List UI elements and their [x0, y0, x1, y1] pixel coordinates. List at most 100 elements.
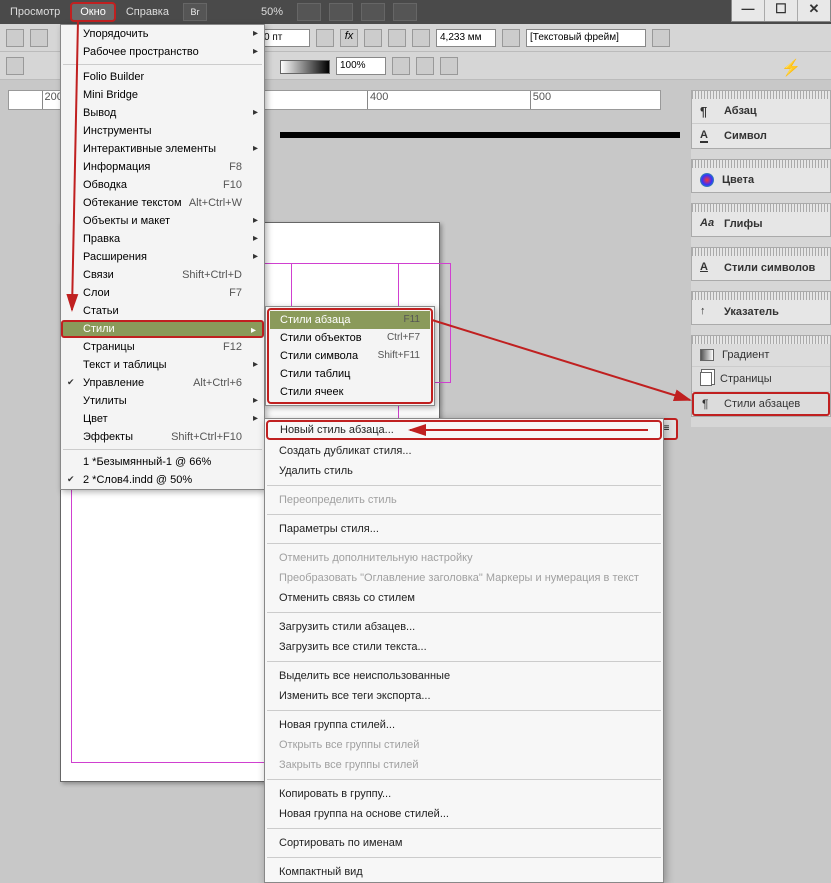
panel-label: Стили абзацев	[724, 398, 800, 410]
context-menu-item[interactable]: Удалить стиль	[265, 461, 663, 481]
context-menu-item[interactable]: Копировать в группу...	[265, 784, 663, 804]
mm-field[interactable]	[436, 29, 496, 47]
menu-item-label: Mini Bridge	[83, 89, 138, 101]
submenu-label: Стили объектов	[280, 332, 362, 344]
ctrl-icon[interactable]	[388, 29, 406, 47]
layout-icon-1[interactable]	[297, 3, 321, 21]
layout-icon-3[interactable]	[361, 3, 385, 21]
menu-item[interactable]: Стили	[61, 320, 264, 338]
menu-window[interactable]: Окно	[70, 2, 116, 22]
styles-submenu: Стили абзацаF11Стили объектовCtrl+F7Стил…	[265, 306, 435, 406]
dock-handle[interactable]	[692, 204, 830, 212]
panel-tab[interactable]: Указатель	[692, 300, 830, 324]
menu-item[interactable]: Обтекание текстомAlt+Ctrl+W	[61, 194, 264, 212]
ctrl-icon[interactable]	[30, 29, 48, 47]
context-menu-item[interactable]: Компактный вид	[265, 862, 663, 882]
pt-field[interactable]	[260, 29, 310, 47]
menu-item[interactable]: Инструменты	[61, 122, 264, 140]
context-menu-item[interactable]: Отменить связь со стилем	[265, 588, 663, 608]
dock-handle[interactable]	[692, 292, 830, 300]
context-menu-item[interactable]: Загрузить все стили текста...	[265, 637, 663, 657]
menu-shortcut: F7	[229, 287, 242, 299]
zoom-field[interactable]	[336, 57, 386, 75]
ctrl-icon[interactable]	[364, 29, 382, 47]
menu-item[interactable]: Утилиты	[61, 392, 264, 410]
panel-tab[interactable]: Градиент	[692, 344, 830, 367]
panel-tab[interactable]: Стили символов	[692, 256, 830, 280]
layout-icon-2[interactable]	[329, 3, 353, 21]
context-menu-item[interactable]: Новый стиль абзаца...	[266, 420, 662, 440]
dock-handle[interactable]	[692, 336, 830, 344]
context-menu-item[interactable]: Сортировать по именам	[265, 833, 663, 853]
context-menu-item[interactable]: Новая группа стилей...	[265, 715, 663, 735]
menu-item[interactable]: Слои F7	[61, 284, 264, 302]
menu-help[interactable]: Справка	[116, 2, 179, 22]
submenu-item[interactable]: Стили таблиц	[270, 365, 430, 383]
menu-item[interactable]: Упорядочить	[61, 25, 264, 43]
layout-icon-4[interactable]	[393, 3, 417, 21]
context-menu-item[interactable]: Изменить все теги экспорта...	[265, 686, 663, 706]
panel-tab[interactable]: Цвета	[692, 168, 830, 192]
menu-item[interactable]: Объекты и макет	[61, 212, 264, 230]
context-menu-item[interactable]: Загрузить стили абзацев...	[265, 617, 663, 637]
ctrl-icon[interactable]	[502, 29, 520, 47]
dock-handle[interactable]	[692, 91, 830, 99]
submenu-label: Стили таблиц	[280, 368, 350, 380]
ctrl-icon[interactable]	[316, 29, 334, 47]
ctrl-icon[interactable]	[6, 29, 24, 47]
submenu-item[interactable]: Стили символаShift+F11	[270, 347, 430, 365]
minimize-button[interactable]: —	[732, 0, 764, 21]
menu-item[interactable]: Mini Bridge	[61, 86, 264, 104]
frame-style-field[interactable]	[526, 29, 646, 47]
menu-item[interactable]: Вывод	[61, 104, 264, 122]
menu-item[interactable]: Рабочее пространство	[61, 43, 264, 61]
menu-item[interactable]: 1 *Безымянный-1 @ 66%	[61, 453, 264, 471]
context-menu-item[interactable]: Новая группа на основе стилей...	[265, 804, 663, 824]
ctrl-icon[interactable]	[416, 57, 434, 75]
menu-item[interactable]: Статьи	[61, 302, 264, 320]
submenu-item[interactable]: Стили объектовCtrl+F7	[270, 329, 430, 347]
menu-item[interactable]: Расширения	[61, 248, 264, 266]
maximize-button[interactable]: ☐	[764, 0, 797, 21]
menu-view[interactable]: Просмотр	[0, 2, 70, 22]
zoom-level[interactable]: 50%	[251, 2, 293, 22]
dock-handle[interactable]	[692, 248, 830, 256]
menu-item[interactable]: Интерактивные элементы	[61, 140, 264, 158]
gradient-swatch[interactable]	[280, 60, 330, 74]
panel-tab[interactable]: Стили абзацев	[692, 392, 830, 416]
submenu-item[interactable]: Стили абзацаF11	[270, 311, 430, 329]
panel-tab[interactable]: Абзац	[692, 99, 830, 124]
ctrl-icon[interactable]	[6, 57, 24, 75]
menu-item[interactable]: Текст и таблицы	[61, 356, 264, 374]
panel-tab[interactable]: Глифы	[692, 212, 830, 236]
menu-item[interactable]: СвязиShift+Ctrl+D	[61, 266, 264, 284]
panel-tab[interactable]: Страницы	[692, 367, 830, 392]
menu-item-label: Слои	[83, 287, 110, 299]
ctrl-icon[interactable]	[412, 29, 430, 47]
menu-item[interactable]: Правка	[61, 230, 264, 248]
bridge-icon[interactable]: Br	[183, 3, 207, 21]
submenu-item[interactable]: Стили ячеек	[270, 383, 430, 401]
context-menu-item[interactable]: Параметры стиля...	[265, 519, 663, 539]
menu-separator	[267, 710, 661, 711]
fx-icon[interactable]: fx	[340, 29, 358, 47]
panel-label: Глифы	[724, 218, 762, 230]
menu-item[interactable]: ИнформацияF8	[61, 158, 264, 176]
menu-item[interactable]: Цвет	[61, 410, 264, 428]
menu-item[interactable]: 2 *Слов4.indd @ 50%	[61, 471, 264, 489]
ctrl-icon[interactable]	[392, 57, 410, 75]
dock-handle[interactable]	[692, 160, 830, 168]
menu-item[interactable]: Folio Builder	[61, 68, 264, 86]
context-menu-item[interactable]: Создать дубликат стиля...	[265, 441, 663, 461]
context-menu-item[interactable]: Выделить все неиспользованные	[265, 666, 663, 686]
ctrl-icon[interactable]	[652, 29, 670, 47]
menu-item[interactable]: ОбводкаF10	[61, 176, 264, 194]
paragraph-styles-panel-menu: Новый стиль абзаца...Создать дубликат ст…	[264, 418, 664, 883]
menu-item[interactable]: УправлениеAlt+Ctrl+6	[61, 374, 264, 392]
panel-tab[interactable]: Символ	[692, 124, 830, 148]
menu-item[interactable]: ЭффектыShift+Ctrl+F10	[61, 428, 264, 446]
panel-label: Цвета	[722, 174, 754, 186]
ctrl-icon[interactable]	[440, 57, 458, 75]
close-button[interactable]: ✕	[797, 0, 830, 21]
menu-item[interactable]: СтраницыF12	[61, 338, 264, 356]
